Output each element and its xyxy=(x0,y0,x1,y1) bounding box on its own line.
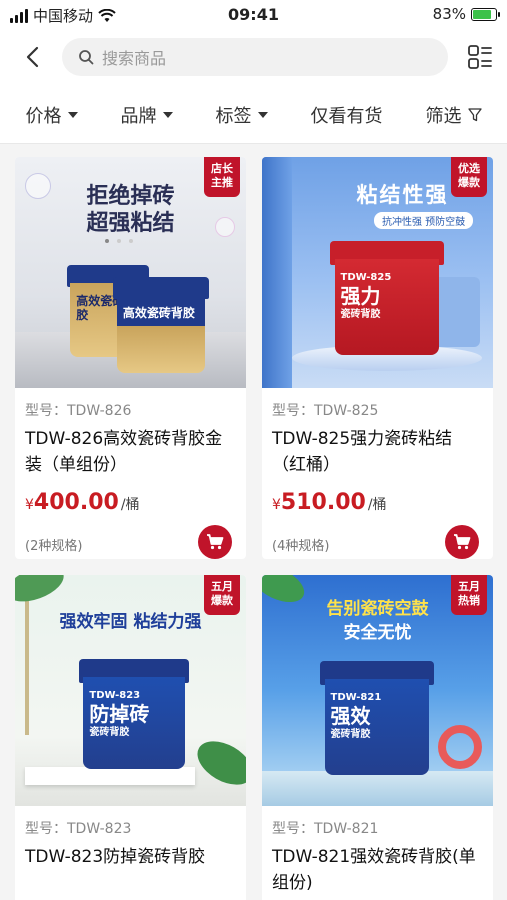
product-title[interactable]: TDW-823防掉瓷砖背胶 xyxy=(15,838,246,898)
product-image: 粘结性强 抗冲性强 预防空鼓 TDW-825 强力 瓷砖背胶 优选 爆款 xyxy=(262,157,493,388)
add-to-cart-button[interactable] xyxy=(198,525,232,559)
product-model: 型号：TDW-826 xyxy=(25,403,132,419)
filter-price[interactable]: 价格 xyxy=(26,102,78,128)
product-card[interactable]: 拒绝掉砖 超强粘结 高效瓷砖背胶 高效瓷砖背胶 店长 主推 型号：TDW-826… xyxy=(15,157,246,559)
funnel-icon xyxy=(467,107,482,121)
bubble-decoration xyxy=(25,173,51,199)
filter-label: 标签 xyxy=(215,105,252,127)
filter-label: 品牌 xyxy=(120,105,157,127)
cart-icon xyxy=(454,534,471,550)
status-bar: 中国移动 09:41 83% xyxy=(0,0,507,30)
promo-ribbon: 店长 主推 xyxy=(204,157,240,197)
search-input[interactable]: 搜索商品 xyxy=(62,38,448,76)
filter-label: 仅看有货 xyxy=(310,105,383,127)
product-image: 拒绝掉砖 超强粘结 高效瓷砖背胶 高效瓷砖背胶 店长 主推 xyxy=(15,157,246,388)
product-title[interactable]: TDW-826高效瓷砖背胶金装（单组份） xyxy=(15,420,246,480)
product-image: 强效牢固 粘结力强 TDW-823 防掉砖 瓷砖背胶 五月 爆款 xyxy=(15,575,246,806)
product-grid: 拒绝掉砖 超强粘结 高效瓷砖背胶 高效瓷砖背胶 店长 主推 型号：TDW-826… xyxy=(0,144,507,900)
filter-more[interactable]: 筛选 xyxy=(426,102,482,128)
product-price: ¥510.00/桶 xyxy=(272,490,387,515)
filter-in-stock[interactable]: 仅看有货 xyxy=(311,102,383,128)
filter-label: 价格 xyxy=(25,105,62,127)
leaf-decoration xyxy=(15,575,69,609)
product-title[interactable]: TDW-825强力瓷砖粘结（红桶） xyxy=(262,420,493,480)
add-to-cart-button[interactable] xyxy=(445,525,479,559)
product-model: 型号：TDW-821 xyxy=(272,821,379,837)
product-spec-count: (4种规格) xyxy=(272,539,330,554)
battery-percent: 83% xyxy=(432,5,466,23)
back-icon[interactable] xyxy=(20,44,46,70)
product-title[interactable]: TDW-821强效瓷砖背胶(单组份) xyxy=(262,838,493,898)
promo-ribbon: 五月 爆款 xyxy=(204,575,240,615)
product-bucket: TDW-821 强效 瓷砖背胶 xyxy=(320,661,434,777)
product-card[interactable]: 强效牢固 粘结力强 TDW-823 防掉砖 瓷砖背胶 五月 爆款 型号：TDW-8… xyxy=(15,575,246,900)
filter-brand[interactable]: 品牌 xyxy=(121,102,173,128)
product-bucket: TDW-823 防掉砖 瓷砖背胶 xyxy=(79,659,189,771)
dropdown-arrow-icon xyxy=(67,111,78,118)
curtain-decoration xyxy=(262,157,292,388)
product-image: 告别瓷砖空鼓 安全无忧 TDW-821 强效 瓷砖背胶 五月 热销 xyxy=(262,575,493,806)
product-spec-count: (2种规格) xyxy=(25,539,83,554)
search-icon xyxy=(79,50,94,65)
layout-toggle-icon[interactable] xyxy=(467,44,493,70)
product-card[interactable]: 告别瓷砖空鼓 安全无忧 TDW-821 强效 瓷砖背胶 五月 热销 型号：TDW-… xyxy=(262,575,493,900)
image-subline: 抗冲性强 预防空鼓 xyxy=(374,212,474,229)
filter-tag[interactable]: 标签 xyxy=(216,102,268,128)
search-placeholder: 搜索商品 xyxy=(102,49,167,68)
cart-icon xyxy=(207,534,224,550)
product-card[interactable]: 粘结性强 抗冲性强 预防空鼓 TDW-825 强力 瓷砖背胶 优选 爆款 型号：T… xyxy=(262,157,493,559)
battery-icon xyxy=(471,7,500,21)
carousel-dots xyxy=(105,239,133,243)
promo-ribbon: 优选 爆款 xyxy=(451,157,487,197)
product-bucket: 高效瓷砖背胶 xyxy=(113,277,209,373)
promo-ribbon: 五月 热销 xyxy=(451,575,487,615)
dropdown-arrow-icon xyxy=(257,111,268,118)
dropdown-arrow-icon xyxy=(162,111,173,118)
bubble-decoration xyxy=(215,217,235,237)
product-price: ¥400.00/桶 xyxy=(25,490,140,515)
product-model: 型号：TDW-823 xyxy=(25,821,132,837)
leaf-decoration xyxy=(190,732,246,794)
product-bucket: TDW-825 强力 瓷砖背胶 xyxy=(330,241,444,357)
filter-label: 筛选 xyxy=(425,105,462,127)
clock: 09:41 xyxy=(228,5,279,24)
battery-status: 83% xyxy=(432,5,500,23)
product-model: 型号：TDW-825 xyxy=(272,403,379,419)
nav-bar: 搜索商品 xyxy=(0,30,507,86)
lifebuoy-decoration xyxy=(438,725,482,769)
filter-bar: 价格 品牌 标签 仅看有货 筛选 xyxy=(0,86,507,144)
